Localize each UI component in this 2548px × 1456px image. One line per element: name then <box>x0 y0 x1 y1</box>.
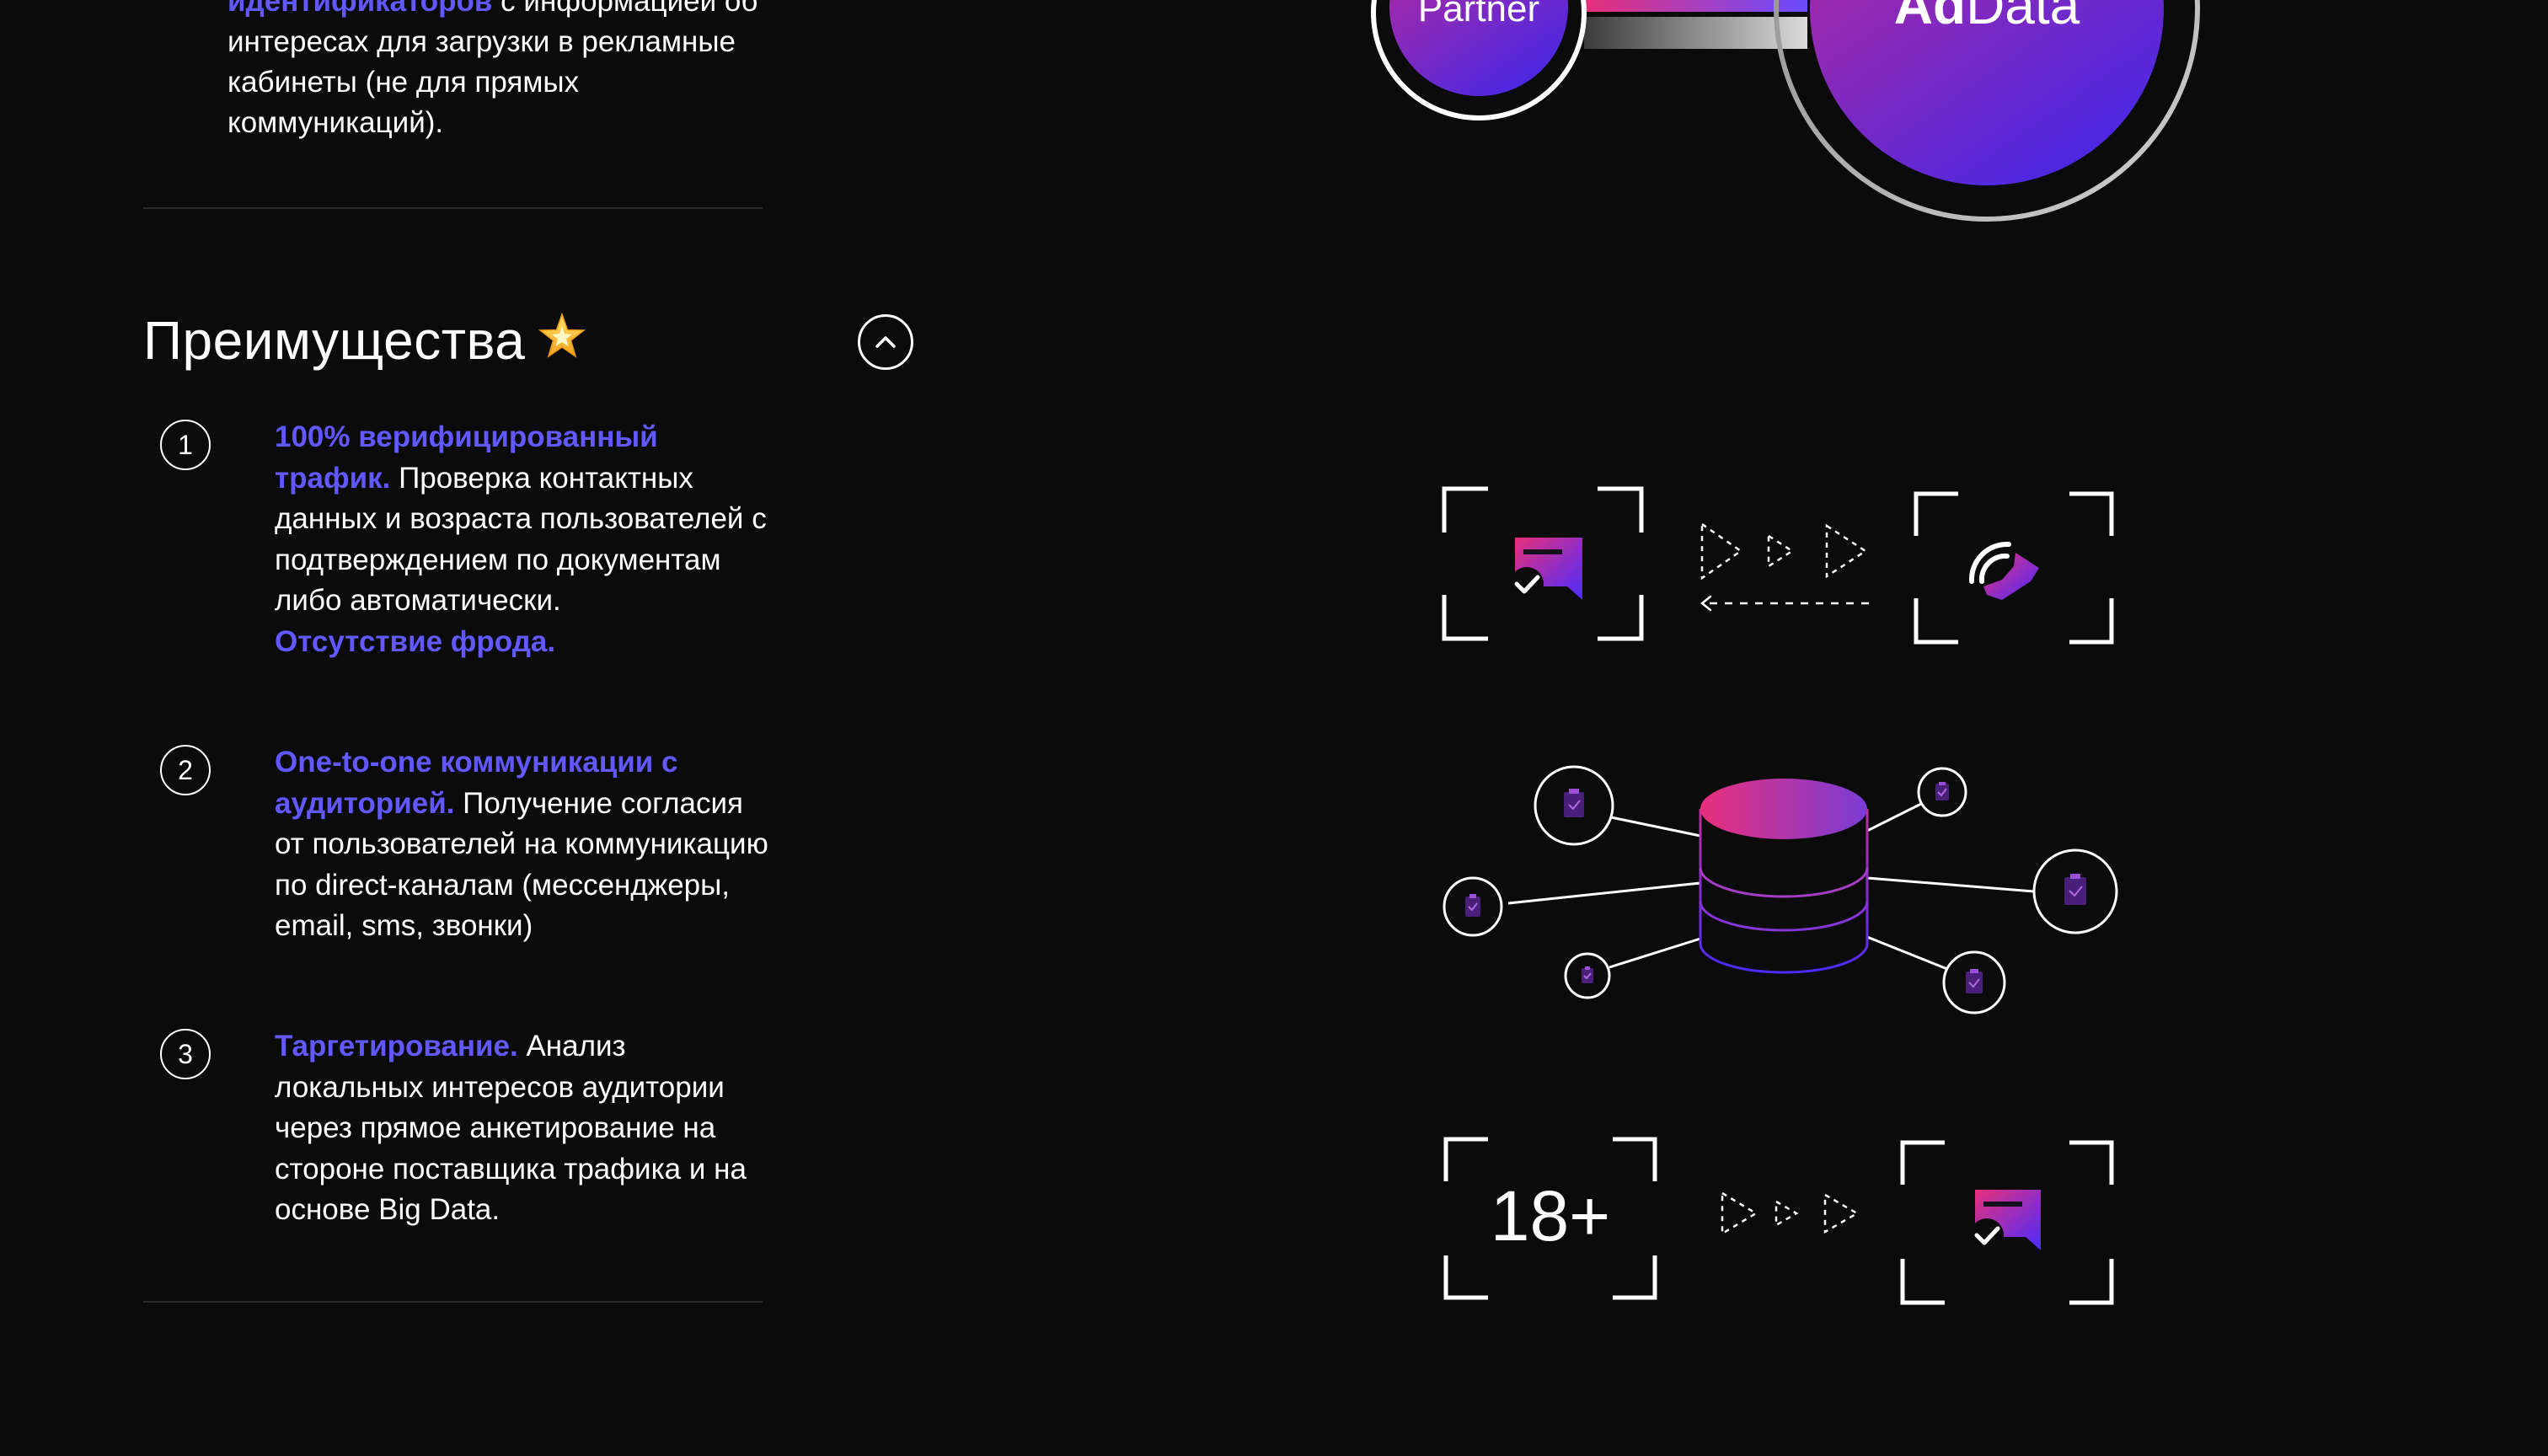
arrows-forward <box>1700 522 1868 581</box>
age-restriction-label: 18+ <box>1491 1176 1611 1255</box>
addata-node: AdData <box>1774 0 2200 222</box>
node-clipboard-icon <box>1443 876 1503 937</box>
brand-regular: Data <box>1966 0 2080 35</box>
node-clipboard-icon <box>1942 950 2006 1014</box>
partner-node: Partner <box>1371 0 1587 120</box>
chat-check-icon <box>1510 538 1582 601</box>
node-clipboard-icon <box>1534 765 1614 846</box>
chat-check-icon <box>1970 1190 2041 1252</box>
arrow-back-dashed <box>1700 595 1869 612</box>
arrows-forward-2 <box>1721 1191 1860 1236</box>
process-illustration: Partner AdData 18+ <box>1371 0 2200 1305</box>
phone-call-icon <box>1968 541 2039 600</box>
database-icon <box>1699 779 1869 974</box>
partner-label: Partner <box>1418 0 1539 29</box>
node-clipboard-icon <box>1917 767 1967 817</box>
addata-label: AdData <box>1894 0 2080 35</box>
brand-bold: Ad <box>1894 0 1966 35</box>
node-clipboard-icon <box>2032 848 2118 934</box>
node-clipboard-icon <box>1564 952 1611 999</box>
